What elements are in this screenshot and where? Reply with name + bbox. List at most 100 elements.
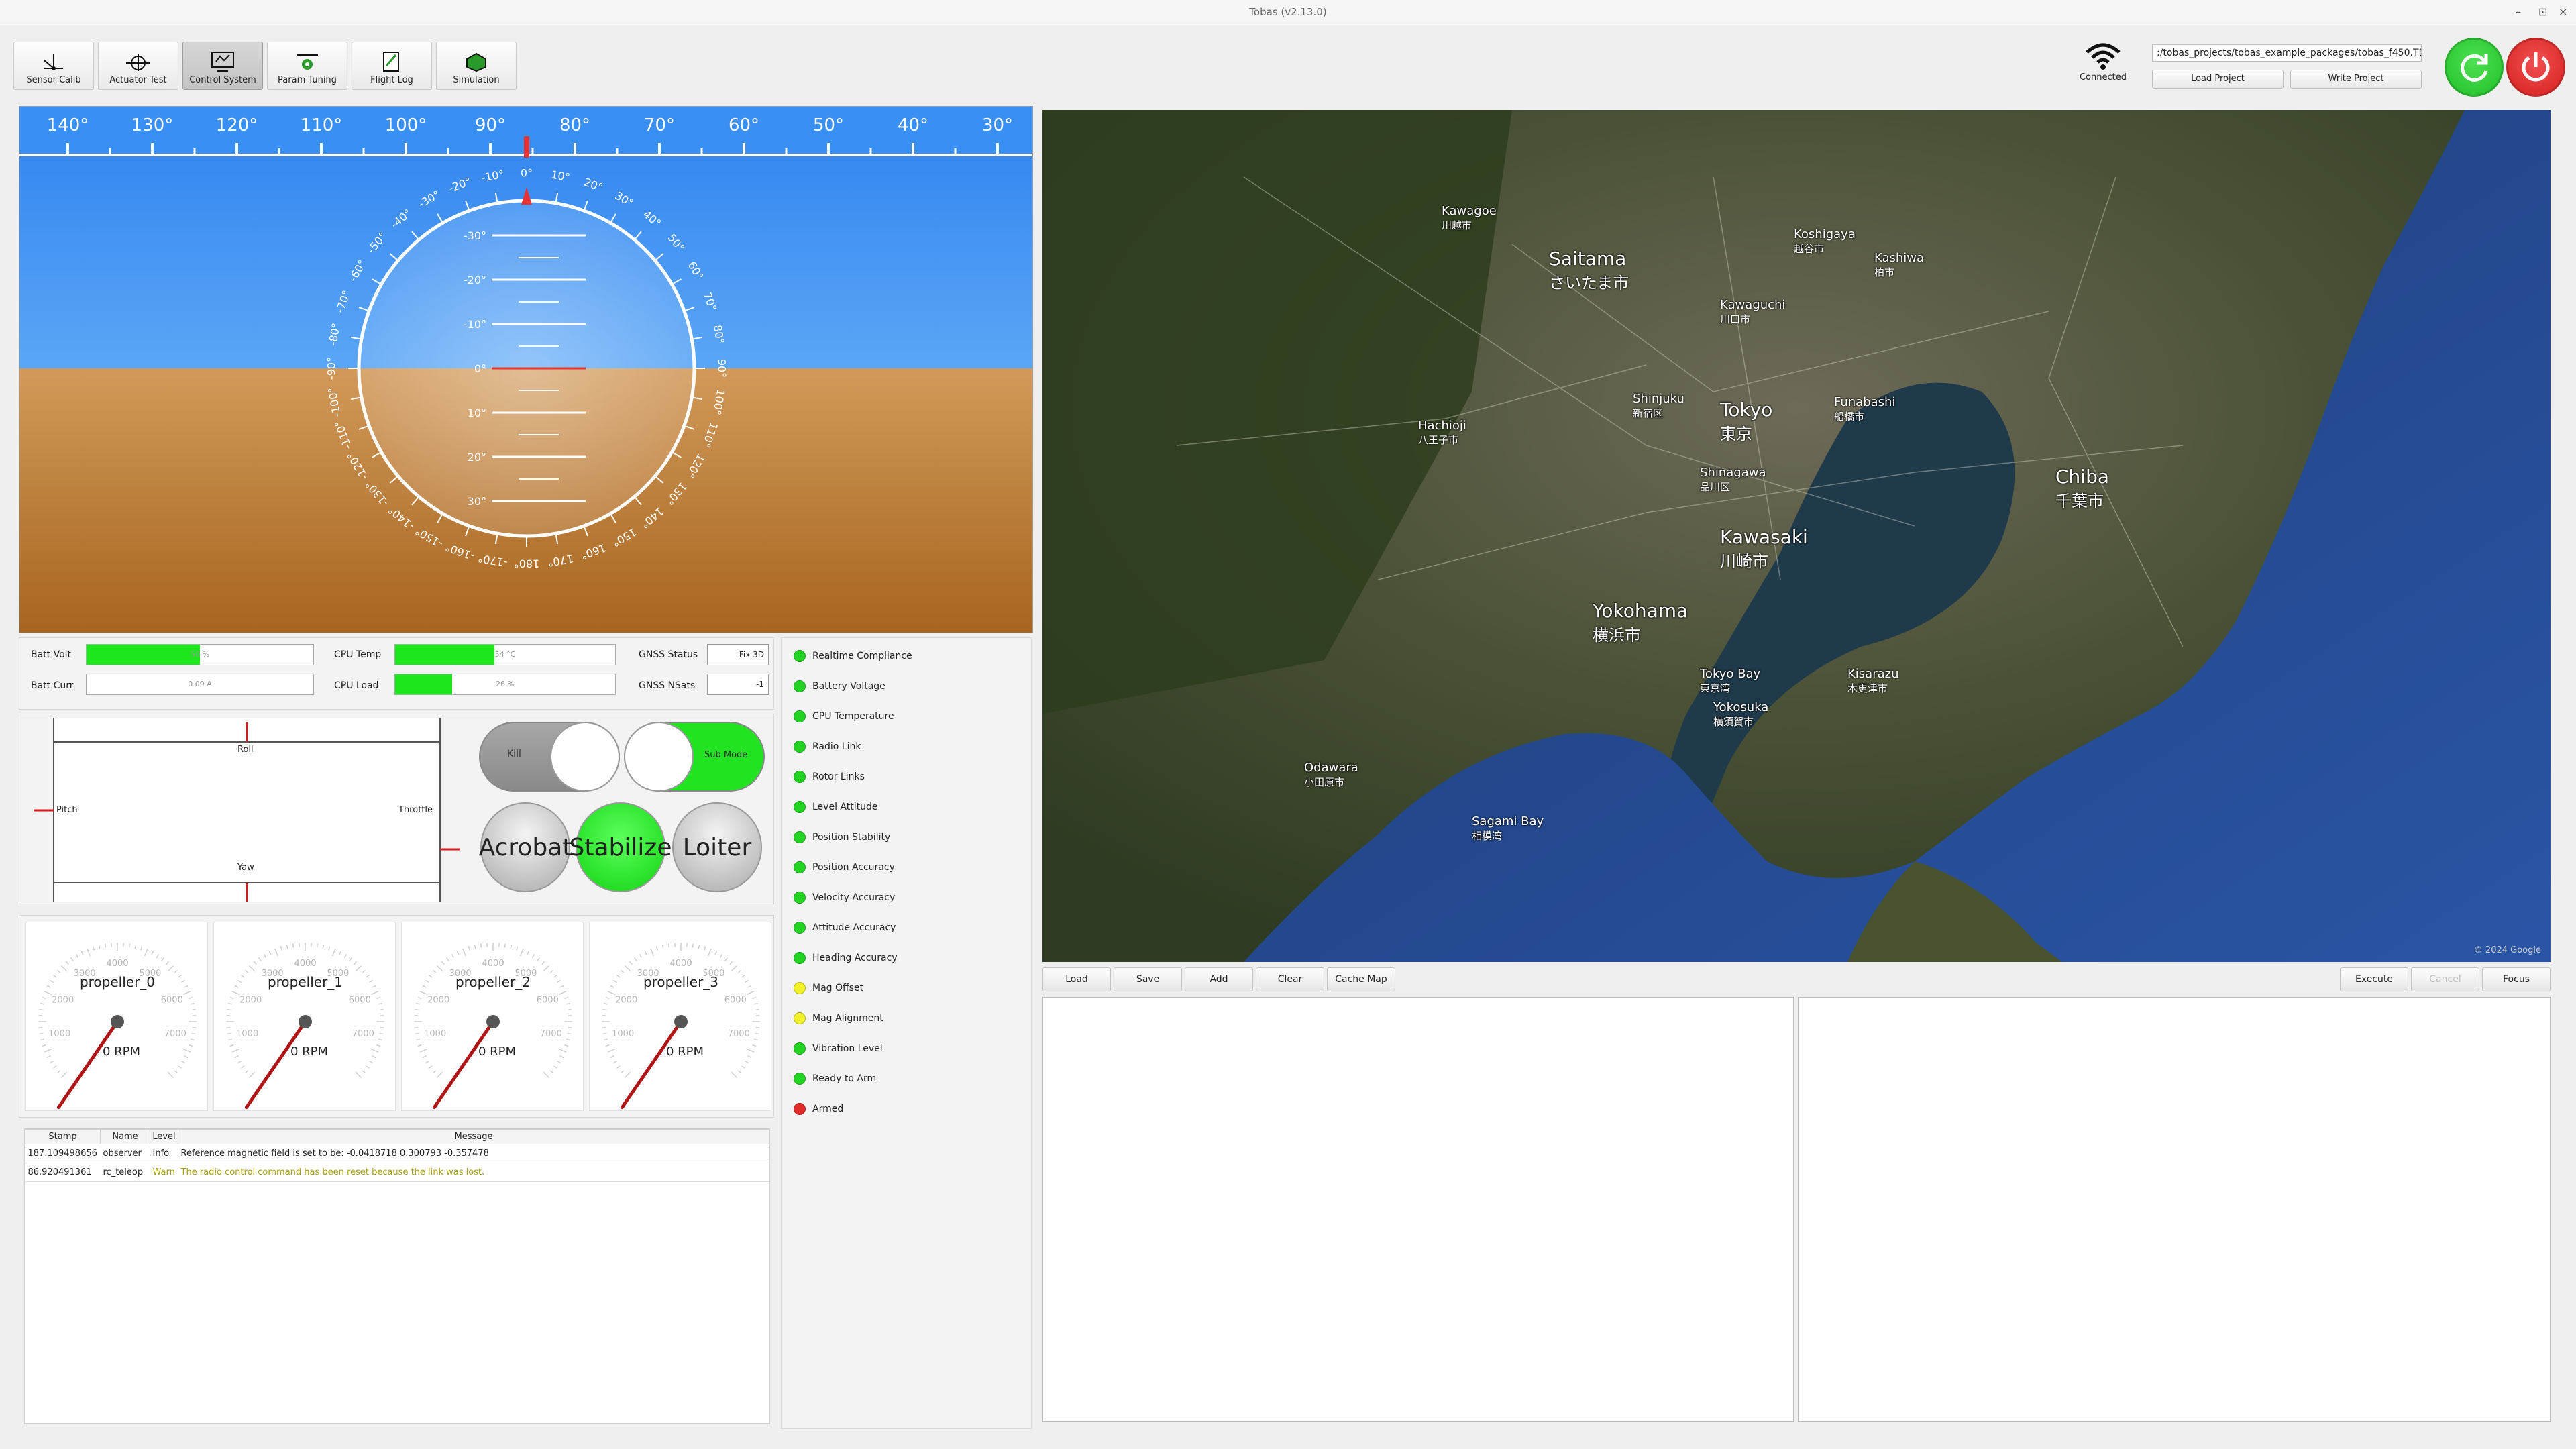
load-project-button[interactable]: Load Project [2152, 70, 2284, 89]
mission-detail-pane[interactable] [1798, 997, 2551, 1422]
map-load-button[interactable]: Load [1042, 967, 1111, 991]
minimize-button[interactable]: – [2516, 5, 2521, 18]
log-col-level[interactable]: Level [150, 1129, 178, 1144]
log-row[interactable]: 86.920491361 rc_teleop Warn The radio contr… [25, 1163, 769, 1182]
gauge-tick [451, 953, 455, 958]
log-table[interactable]: Stamp Name Level Message 187.109498656 ob… [24, 1128, 770, 1424]
pitch-label: -30° [464, 229, 486, 242]
control-system-button[interactable]: Control System [182, 42, 263, 90]
sub-mode-switch[interactable]: Sub Mode [624, 722, 765, 792]
gauge-tick [558, 991, 567, 996]
checklist-item: Vibration Level [794, 1041, 883, 1056]
gauge-tick [49, 979, 54, 983]
focus-button[interactable]: Focus [2482, 967, 2551, 991]
restart-button[interactable] [2445, 38, 2504, 97]
gauge-tick [263, 953, 267, 958]
status-led-icon [794, 650, 806, 662]
maximize-button[interactable]: ⊡ [2538, 5, 2547, 18]
propeller-gauge: 1000 2000 3000 4000 5000 6000 7000 propeller_1 0… [213, 922, 396, 1111]
gauge-hub [486, 1015, 500, 1028]
roll-tick-label: 180° [514, 557, 540, 570]
gauge-tick [190, 1038, 195, 1041]
gauge-tick [564, 1044, 569, 1047]
gauge-tick [92, 946, 95, 951]
checklist-item: CPU Temperature [794, 709, 894, 724]
param-tuning-icon [297, 54, 318, 70]
gauge-tick [156, 953, 160, 958]
gauge-tick [228, 1002, 233, 1005]
checklist-item: Level Attitude [794, 800, 877, 814]
log-col-name[interactable]: Name [100, 1129, 150, 1144]
map-place-label: Yokohama 横浜市 [1593, 600, 1688, 645]
actuator-test-button[interactable]: Actuator Test [98, 42, 178, 90]
gauge-tick [655, 946, 659, 951]
gauge-tick [698, 945, 700, 949]
cancel-button[interactable]: Cancel [2411, 967, 2479, 991]
gauge-tick [376, 1044, 381, 1047]
checklist-item: Velocity Accuracy [794, 890, 895, 905]
checklist-label: Velocity Accuracy [812, 892, 896, 903]
log-row[interactable]: 187.109498656 observer Info Reference magne… [25, 1144, 769, 1163]
gauge-tick [65, 961, 69, 965]
satellite-map[interactable]: Saitama さいたま市 Kawagoe 川越市 Koshigaya 越谷市 Kawagu… [1042, 110, 2551, 962]
gauge-tick [190, 1002, 195, 1005]
gauge-scale-label: 1000 [612, 1029, 634, 1039]
wifi-icon [2086, 43, 2121, 70]
gauge-tick [75, 953, 79, 958]
gauge-tick [629, 961, 633, 965]
write-project-button[interactable]: Write Project [2290, 70, 2422, 89]
log-col-message[interactable]: Message [178, 1129, 769, 1144]
gauge-tick [182, 1048, 191, 1053]
pitch-label: 30° [468, 495, 486, 508]
gauge-tick [253, 961, 257, 965]
map-add-button[interactable]: Add [1185, 967, 1253, 991]
gauge-tick [178, 1065, 182, 1069]
kill-switch[interactable]: Kill [479, 722, 620, 792]
propeller-gauge: 1000 2000 3000 4000 5000 6000 7000 propeller_3 0… [589, 922, 771, 1111]
gauge-tick [610, 1055, 614, 1059]
gauge-tick [745, 1060, 749, 1064]
map-cache-map-button[interactable]: Cache Map [1327, 967, 1395, 991]
param-tuning-button[interactable]: Param Tuning [267, 42, 347, 90]
sensor-calib-button[interactable]: Sensor Calib [13, 42, 94, 90]
gauge-hub [111, 1015, 124, 1028]
gauge-tick [553, 975, 557, 978]
checklist-label: Battery Voltage [812, 681, 885, 692]
execute-button[interactable]: Execute [2340, 967, 2408, 991]
checklist-item: Battery Voltage [794, 679, 885, 694]
log-col-stamp[interactable]: Stamp [25, 1129, 101, 1144]
checklist-label: Rotor Links [812, 771, 865, 782]
simulation-button[interactable]: Simulation [436, 42, 517, 90]
checklist-label: Mag Offset [812, 983, 864, 994]
gauge-tick [366, 975, 370, 978]
gauge-tick [558, 1048, 567, 1053]
loiter-mode-button[interactable]: Loiter [672, 802, 762, 892]
gauge-tick [249, 1071, 256, 1078]
gauge-tick [719, 953, 723, 958]
sub-mode-label: Sub Mode [704, 750, 748, 760]
map-place-label: Kisarazu 木更津市 [1847, 667, 1899, 694]
gauge-tick [537, 957, 540, 961]
pitch-label: Pitch [56, 805, 78, 815]
power-button[interactable] [2506, 38, 2565, 97]
waypoint-list-pane[interactable] [1042, 997, 1794, 1422]
connection-indicator: Connected [2073, 40, 2133, 83]
gauge-tick [189, 1044, 193, 1047]
gnss-nsats-label: GNSS NSats [639, 680, 696, 691]
acrobat-mode-button[interactable]: Acrobat [479, 802, 572, 892]
stabilize-mode-button[interactable]: Stabilize [570, 802, 672, 892]
title-bar: Tobas (v2.13.0) – ⊡ × [0, 0, 2576, 25]
gauge-tick [70, 957, 74, 961]
close-button[interactable]: × [2559, 5, 2567, 18]
checklist-item: Rotor Links [794, 769, 865, 784]
map-save-button[interactable]: Save [1114, 967, 1182, 991]
status-led-icon [794, 741, 806, 753]
gauge-tick [437, 965, 443, 972]
gauge-tick [339, 951, 342, 955]
gauge-tick [56, 1070, 61, 1074]
project-path-field[interactable]: :/tobas_projects/tobas_example_packages/… [2152, 44, 2422, 62]
roll-label: Roll [237, 745, 254, 755]
flight-log-button[interactable]: Flight Log [352, 42, 432, 90]
map-place-label: Chiba 千葉市 [2055, 466, 2110, 511]
map-clear-button[interactable]: Clear [1256, 967, 1324, 991]
